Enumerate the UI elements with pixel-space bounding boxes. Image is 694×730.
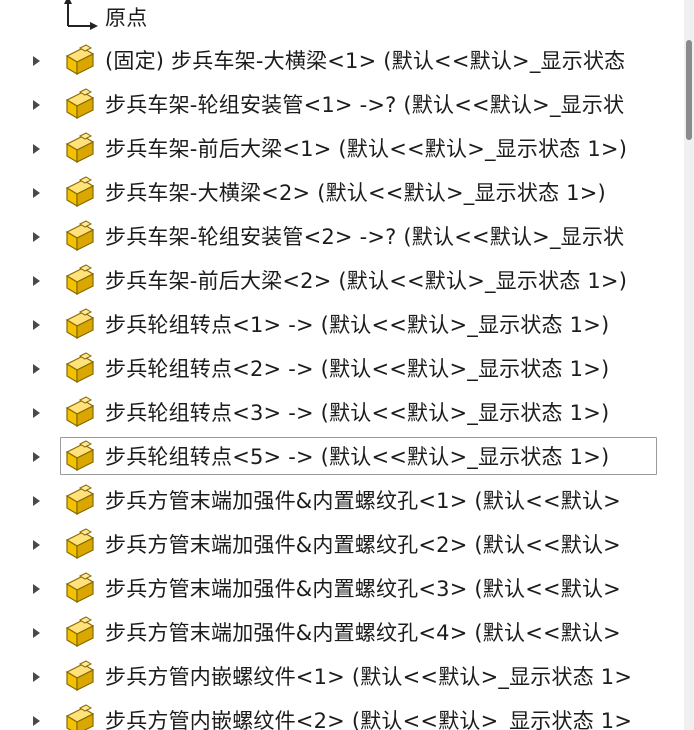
tree-item[interactable]: 步兵轮组转点<3> -> (默认<<默认>_显示状态 1>) bbox=[0, 391, 684, 435]
expand-arrow-icon[interactable] bbox=[33, 628, 40, 638]
expand-arrow-icon[interactable] bbox=[33, 100, 40, 110]
tree-item[interactable]: 步兵轮组转点<2> -> (默认<<默认>_显示状态 1>) bbox=[0, 347, 684, 391]
tree-item[interactable]: 步兵车架-前后大梁<1> (默认<<默认>_显示状态 1>) bbox=[0, 127, 684, 171]
origin-label: 原点 bbox=[105, 6, 148, 30]
tree-item[interactable]: 步兵方管末端加强件&内置螺纹孔<4> (默认<<默认> bbox=[0, 611, 684, 655]
part-icon bbox=[63, 44, 97, 78]
tree-item[interactable]: 步兵车架-轮组安装管<2> ->? (默认<<默认>_显示状 bbox=[0, 215, 684, 259]
tree-item-label: (固定) 步兵车架-大横梁<1> (默认<<默认>_显示状态 bbox=[105, 49, 626, 73]
tree-item[interactable]: 步兵方管内嵌螺纹件<2> (默认<<默认>_显示状态 1> bbox=[0, 699, 684, 730]
tree-item[interactable]: 步兵轮组转点<5> -> (默认<<默认>_显示状态 1>) bbox=[0, 435, 684, 479]
tree-item-label: 步兵轮组转点<2> -> (默认<<默认>_显示状态 1>) bbox=[105, 357, 610, 381]
expand-arrow-icon[interactable] bbox=[33, 540, 40, 550]
tree-item-label: 步兵车架-前后大梁<2> (默认<<默认>_显示状态 1>) bbox=[105, 269, 628, 293]
tree-item-label: 步兵方管末端加强件&内置螺纹孔<4> (默认<<默认> bbox=[105, 621, 621, 645]
part-icon bbox=[63, 440, 97, 474]
tree-item[interactable]: 步兵方管末端加强件&内置螺纹孔<3> (默认<<默认> bbox=[0, 567, 684, 611]
part-icon bbox=[63, 528, 97, 562]
part-icon bbox=[63, 616, 97, 650]
tree-item[interactable]: 步兵轮组转点<1> -> (默认<<默认>_显示状态 1>) bbox=[0, 303, 684, 347]
part-icon bbox=[63, 220, 97, 254]
tree-item[interactable]: 步兵方管末端加强件&内置螺纹孔<2> (默认<<默认> bbox=[0, 523, 684, 567]
tree-item-label: 步兵方管内嵌螺纹件<2> (默认<<默认>_显示状态 1> bbox=[105, 709, 633, 730]
tree-item-label: 步兵车架-轮组安装管<2> ->? (默认<<默认>_显示状 bbox=[105, 225, 625, 249]
tree-item-label: 步兵方管末端加强件&内置螺纹孔<3> (默认<<默认> bbox=[105, 577, 621, 601]
expand-arrow-icon[interactable] bbox=[33, 496, 40, 506]
expand-arrow-icon[interactable] bbox=[33, 232, 40, 242]
tree-item[interactable]: 步兵车架-大横梁<2> (默认<<默认>_显示状态 1>) bbox=[0, 171, 684, 215]
part-icon bbox=[63, 352, 97, 386]
expand-arrow-icon[interactable] bbox=[33, 188, 40, 198]
expand-arrow-icon[interactable] bbox=[33, 320, 40, 330]
tree-item-label: 步兵轮组转点<5> -> (默认<<默认>_显示状态 1>) bbox=[105, 445, 610, 469]
expand-arrow-icon[interactable] bbox=[33, 56, 40, 66]
tree-item-label: 步兵方管内嵌螺纹件<1> (默认<<默认>_显示状态 1> bbox=[105, 665, 633, 689]
tree-item-label: 步兵轮组转点<1> -> (默认<<默认>_显示状态 1>) bbox=[105, 313, 610, 337]
origin-icon bbox=[64, 0, 98, 30]
part-icon bbox=[63, 132, 97, 166]
tree-item[interactable]: 步兵车架-前后大梁<2> (默认<<默认>_显示状态 1>) bbox=[0, 259, 684, 303]
part-icon bbox=[63, 704, 97, 730]
tree-item-origin[interactable]: 原点 bbox=[0, 0, 684, 40]
tree-item[interactable]: 步兵方管末端加强件&内置螺纹孔<1> (默认<<默认> bbox=[0, 479, 684, 523]
vertical-scrollbar[interactable] bbox=[684, 0, 694, 730]
expand-arrow-icon[interactable] bbox=[33, 672, 40, 682]
part-icon bbox=[63, 308, 97, 342]
part-icon bbox=[63, 88, 97, 122]
expand-arrow-icon[interactable] bbox=[33, 364, 40, 374]
feature-tree: 原点 (固定) 步兵车架-大横梁<1> (默认<<默认>_显示状态 步兵车架-轮… bbox=[0, 0, 684, 730]
tree-item-label: 步兵车架-轮组安装管<1> ->? (默认<<默认>_显示状 bbox=[105, 93, 625, 117]
expand-arrow-icon[interactable] bbox=[33, 452, 40, 462]
scroll-thumb[interactable] bbox=[686, 40, 692, 140]
part-icon bbox=[63, 264, 97, 298]
tree-item-label: 步兵方管末端加强件&内置螺纹孔<2> (默认<<默认> bbox=[105, 533, 621, 557]
part-icon bbox=[63, 176, 97, 210]
tree-item[interactable]: (固定) 步兵车架-大横梁<1> (默认<<默认>_显示状态 bbox=[0, 39, 684, 83]
tree-item-label: 步兵轮组转点<3> -> (默认<<默认>_显示状态 1>) bbox=[105, 401, 610, 425]
part-icon bbox=[63, 484, 97, 518]
tree-item-label: 步兵车架-前后大梁<1> (默认<<默认>_显示状态 1>) bbox=[105, 137, 628, 161]
part-icon bbox=[63, 660, 97, 694]
tree-item-label: 步兵车架-大横梁<2> (默认<<默认>_显示状态 1>) bbox=[105, 181, 606, 205]
tree-item-label: 步兵方管末端加强件&内置螺纹孔<1> (默认<<默认> bbox=[105, 489, 621, 513]
tree-item[interactable]: 步兵车架-轮组安装管<1> ->? (默认<<默认>_显示状 bbox=[0, 83, 684, 127]
tree-item[interactable]: 步兵方管内嵌螺纹件<1> (默认<<默认>_显示状态 1> bbox=[0, 655, 684, 699]
expand-arrow-icon[interactable] bbox=[33, 408, 40, 418]
part-icon bbox=[63, 572, 97, 606]
expand-arrow-icon[interactable] bbox=[33, 144, 40, 154]
part-icon bbox=[63, 396, 97, 430]
expand-arrow-icon[interactable] bbox=[33, 584, 40, 594]
expand-arrow-icon[interactable] bbox=[33, 716, 40, 726]
expand-arrow-icon[interactable] bbox=[33, 276, 40, 286]
